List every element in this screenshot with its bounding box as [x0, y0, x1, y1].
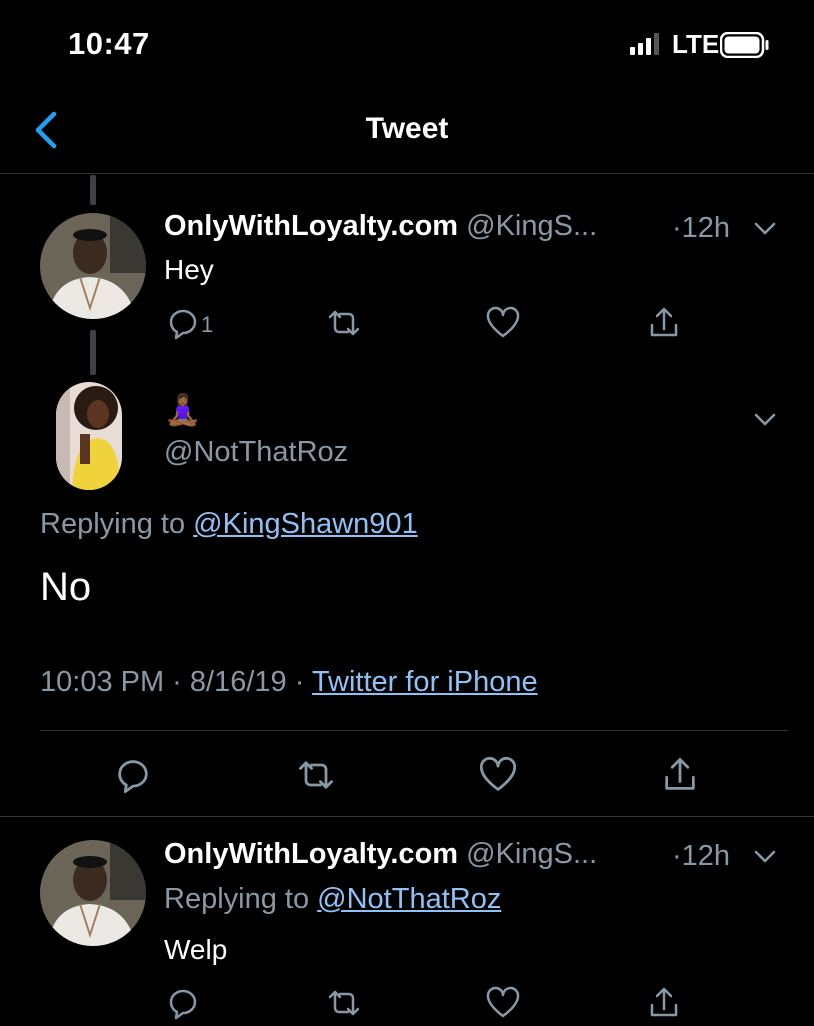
reply-count: 1 [201, 312, 214, 337]
battery-icon [719, 31, 770, 59]
like-heart-icon[interactable] [485, 305, 521, 341]
relative-time: 12h [681, 840, 731, 872]
tweet-text: Hey [164, 254, 214, 285]
reply-icon[interactable] [165, 985, 201, 1021]
timestamp: 10:03 PM · 8/16/19 · [40, 666, 305, 698]
tweet-text: No [40, 565, 92, 609]
divider [0, 816, 814, 817]
retweet-icon[interactable] [326, 985, 362, 1021]
source-link[interactable]: Twitter for iPhone [312, 666, 538, 698]
tweet-time: ·12h [672, 212, 730, 245]
divider [40, 730, 788, 731]
mention-link[interactable]: @NotThatRoz [317, 883, 501, 915]
chevron-down-icon[interactable] [752, 216, 778, 242]
user-handle[interactable]: @KingS... [466, 838, 597, 870]
tweet-meta: 10:03 PM · 8/16/19 · Twitter for iPhone [40, 666, 538, 699]
display-name[interactable]: OnlyWithLoyalty.com [164, 210, 458, 242]
replying-prefix: Replying to [40, 508, 186, 540]
retweet-icon[interactable] [296, 755, 336, 795]
tweet-text: Welp [164, 934, 228, 965]
nav-divider [0, 173, 814, 174]
like-heart-icon[interactable] [478, 755, 518, 795]
share-icon[interactable] [646, 985, 682, 1021]
avatar[interactable] [56, 382, 122, 490]
display-name[interactable]: 🧘🏾‍♀️ [164, 393, 201, 428]
display-name[interactable]: OnlyWithLoyalty.com [164, 838, 458, 870]
tweet-time: ·12h [672, 840, 730, 873]
relative-time: 12h [681, 212, 731, 244]
share-icon[interactable] [660, 755, 700, 795]
share-icon[interactable] [646, 305, 682, 341]
avatar[interactable] [40, 840, 146, 946]
reply-icon[interactable] [113, 755, 153, 795]
status-time: 10:47 [68, 26, 150, 61]
chevron-down-icon[interactable] [752, 407, 778, 433]
replying-to: Replying to @KingShawn901 [40, 508, 418, 541]
page-title: Tweet [365, 112, 449, 145]
replying-to: Replying to @NotThatRoz [164, 883, 501, 916]
network-type: LTE [672, 29, 720, 59]
parent-tweet-header: OnlyWithLoyalty.com @KingS... [164, 210, 597, 243]
retweet-icon[interactable] [326, 305, 362, 341]
cellular-signal-icon [630, 33, 662, 55]
mention-link[interactable]: @KingShawn901 [193, 508, 418, 540]
reply-icon[interactable] [165, 305, 201, 341]
chevron-down-icon[interactable] [752, 844, 778, 870]
thread-line-connector [90, 330, 96, 375]
user-handle[interactable]: @NotThatRoz [164, 436, 348, 469]
like-heart-icon[interactable] [485, 985, 521, 1021]
thread-line-top [90, 175, 96, 205]
time-separator: · [672, 212, 682, 244]
avatar[interactable] [40, 213, 146, 319]
reply-tweet-header: OnlyWithLoyalty.com @KingS... [164, 838, 597, 871]
replying-prefix: Replying to [164, 883, 310, 915]
time-separator: · [672, 840, 682, 872]
user-handle[interactable]: @KingS... [466, 210, 597, 242]
